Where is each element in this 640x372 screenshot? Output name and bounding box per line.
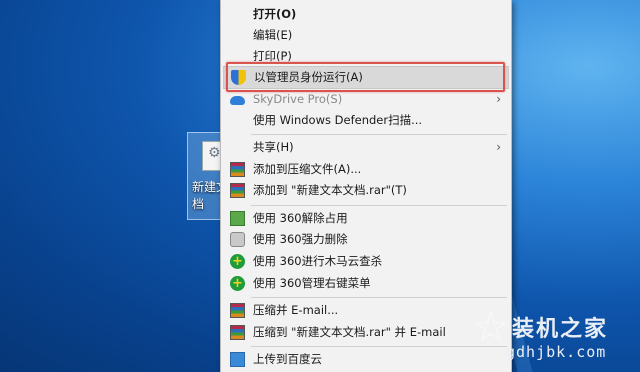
menu-item-run-as-admin[interactable]: 以管理员身份运行(A) <box>223 66 509 89</box>
menu-separator <box>251 346 507 347</box>
menu-item-print[interactable]: 打印(P) <box>223 46 509 67</box>
gear-icon: ⚙ <box>208 145 221 161</box>
menu-separator <box>251 297 507 298</box>
menu-separator <box>251 205 507 206</box>
menu-item-360-trojan-scan[interactable]: + 使用 360进行木马云查杀 <box>223 251 509 272</box>
menu-item-compress-email[interactable]: 压缩并 E-mail... <box>223 300 509 321</box>
menu-item-open[interactable]: 打开(O) <box>223 4 509 25</box>
context-menu: 打开(O) 编辑(E) 打印(P) 以管理员身份运行(A) SkyDrive P… <box>220 0 512 372</box>
watermark-url: gdhjbk.com <box>506 343 607 361</box>
baidu-cloud-icon <box>230 352 245 367</box>
menu-item-share[interactable]: 共享(H) › <box>223 137 509 158</box>
menu-separator <box>251 134 507 135</box>
winrar-icon <box>230 162 245 177</box>
watermark-title: 装机之家 <box>512 317 609 342</box>
360-scan-icon: + <box>230 276 245 291</box>
menu-item-360-shred[interactable]: 使用 360强力删除 <box>223 229 509 250</box>
chevron-right-icon: › <box>496 140 501 154</box>
360-scan-icon: + <box>230 254 245 269</box>
cloud-icon <box>230 96 245 105</box>
menu-item-compress-rar-email[interactable]: 压缩到 "新建文本文档.rar" 并 E-mail <box>223 322 509 343</box>
watermark-star-icon: ☆ <box>472 302 510 351</box>
menu-item-add-to-archive[interactable]: 添加到压缩文件(A)... <box>223 159 509 180</box>
menu-item-defender-scan[interactable]: 使用 Windows Defender扫描... <box>223 110 509 131</box>
winrar-icon <box>230 183 245 198</box>
uac-shield-icon <box>231 70 246 85</box>
winrar-icon <box>230 325 245 340</box>
menu-item-add-to-rar[interactable]: 添加到 "新建文本文档.rar"(T) <box>223 180 509 201</box>
winrar-icon <box>230 303 245 318</box>
menu-item-360-manage-menu[interactable]: + 使用 360管理右键菜单 <box>223 273 509 294</box>
chevron-right-icon: › <box>496 92 501 106</box>
360-unlock-icon <box>230 211 245 226</box>
360-shred-icon <box>230 232 245 247</box>
menu-item-360-unlock[interactable]: 使用 360解除占用 <box>223 208 509 229</box>
menu-item-upload-baidu[interactable]: 上传到百度云 <box>223 349 509 370</box>
menu-item-edit[interactable]: 编辑(E) <box>223 25 509 46</box>
menu-item-skydrive-pro[interactable]: SkyDrive Pro(S) › <box>223 89 509 110</box>
